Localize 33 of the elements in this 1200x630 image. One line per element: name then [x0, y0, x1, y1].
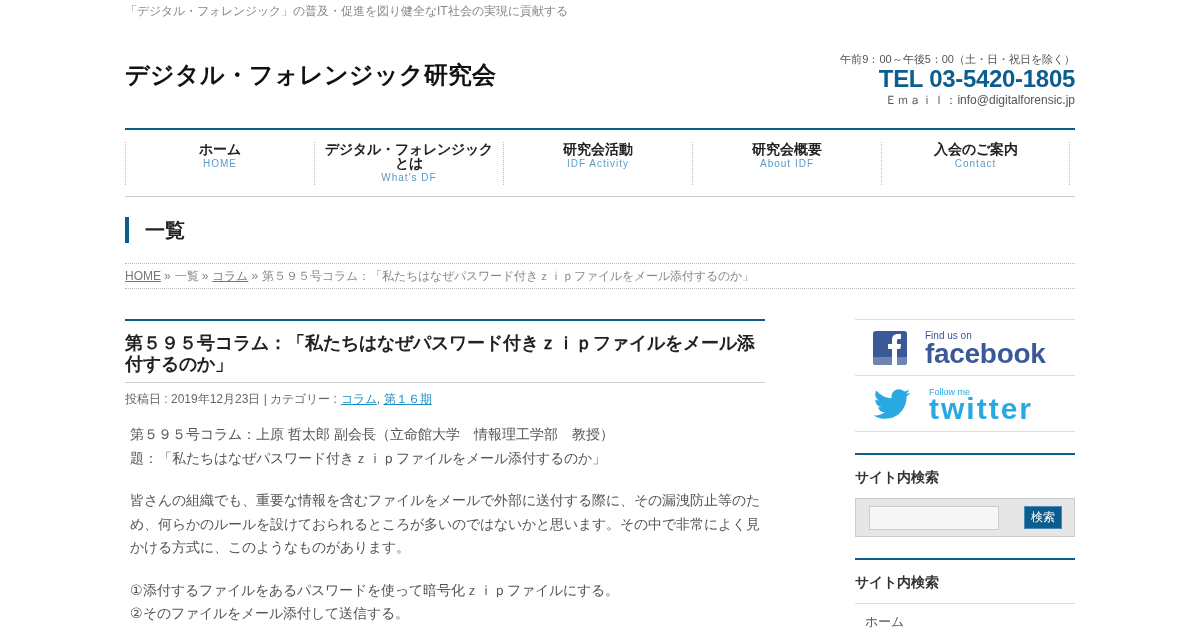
post-meta: 投稿日 : 2019年12月23日 | カテゴリー : コラム, 第１６期 — [125, 391, 432, 407]
business-hours: 午前9：00～午後5：00（土・日・祝日を除く） — [840, 52, 1075, 66]
widget-heading: サイト内検索 — [855, 468, 939, 487]
nav-link[interactable]: 研究会概要 About IDF — [692, 142, 881, 185]
breadcrumb-link[interactable]: コラム — [212, 269, 249, 283]
breadcrumb-text: 一覧 — [174, 269, 199, 283]
widget-heading: サイト内検索 — [855, 574, 939, 590]
email-address: Ｅｍａｉｌ：info@digitalforensic.jp — [885, 92, 1075, 108]
bird-icon — [873, 388, 911, 419]
paragraph: ①添付するファイルをあるパスワードを使って暗号化ｚｉｐファイルにする。 ②そのファイルをメール添付して送信する。 — [130, 580, 619, 623]
facebook-link[interactable]: Find us on facebook — [855, 320, 1075, 376]
site-title: デジタル・フォレンジック研究会 — [125, 60, 496, 90]
nav-link[interactable]: デジタル・フォレンジックとは What's DF — [314, 142, 503, 185]
paragraph: 皆さんの組織でも、重要な情報を含むファイルをメールで外部に送付する際に、その漏洩防止等のため、何らかのルールを設けておられるところが多いのではないかと思います。その中で非常によく見かける方式に、このようなものがあります。 — [130, 491, 761, 557]
f-logo-icon — [873, 330, 907, 365]
paragraph: 第５９５号コラム：上原 哲太郎 副会長（立命館大学 情報理工学部 教授） 題：「私たちはなぜパスワード付きｚｉｐファイルをメール添付するのか」 — [130, 425, 614, 468]
category-link[interactable]: 第１６期 — [383, 392, 432, 406]
phone-number: TEL 03-5420-1805 — [878, 66, 1075, 92]
category-link[interactable]: コラム — [340, 392, 377, 406]
tagline: 「デジタル・フォレンジック」の普及・促進を図り健全なIT社会の実現に貢献する — [125, 3, 568, 19]
nav-link[interactable]: 入会のご案内 Contact — [881, 142, 1070, 185]
menu-link[interactable]: ホーム — [865, 614, 904, 629]
breadcrumb-text: 第５９５号コラム：「私たちはなぜパスワード付きｚｉｐファイルをメール添付するのか」 — [262, 269, 755, 283]
breadcrumb-link[interactable]: HOME — [125, 269, 161, 283]
nav-link[interactable]: ホーム HOME — [125, 142, 314, 185]
breadcrumb-separator: » — [164, 269, 171, 283]
search-field[interactable] — [869, 505, 999, 530]
post-title: 第５９５号コラム：「私たちはなぜパスワード付きｚｉｐファイルをメール添付するのか」 — [125, 319, 765, 383]
nav-link[interactable]: 研究会活動 IDF Activity — [503, 142, 692, 185]
page-heading: 一覧 — [125, 217, 185, 243]
breadcrumb-separator: » — [251, 269, 259, 283]
breadcrumb-separator: » — [201, 269, 209, 283]
search-button[interactable]: 検索 — [1024, 506, 1062, 529]
